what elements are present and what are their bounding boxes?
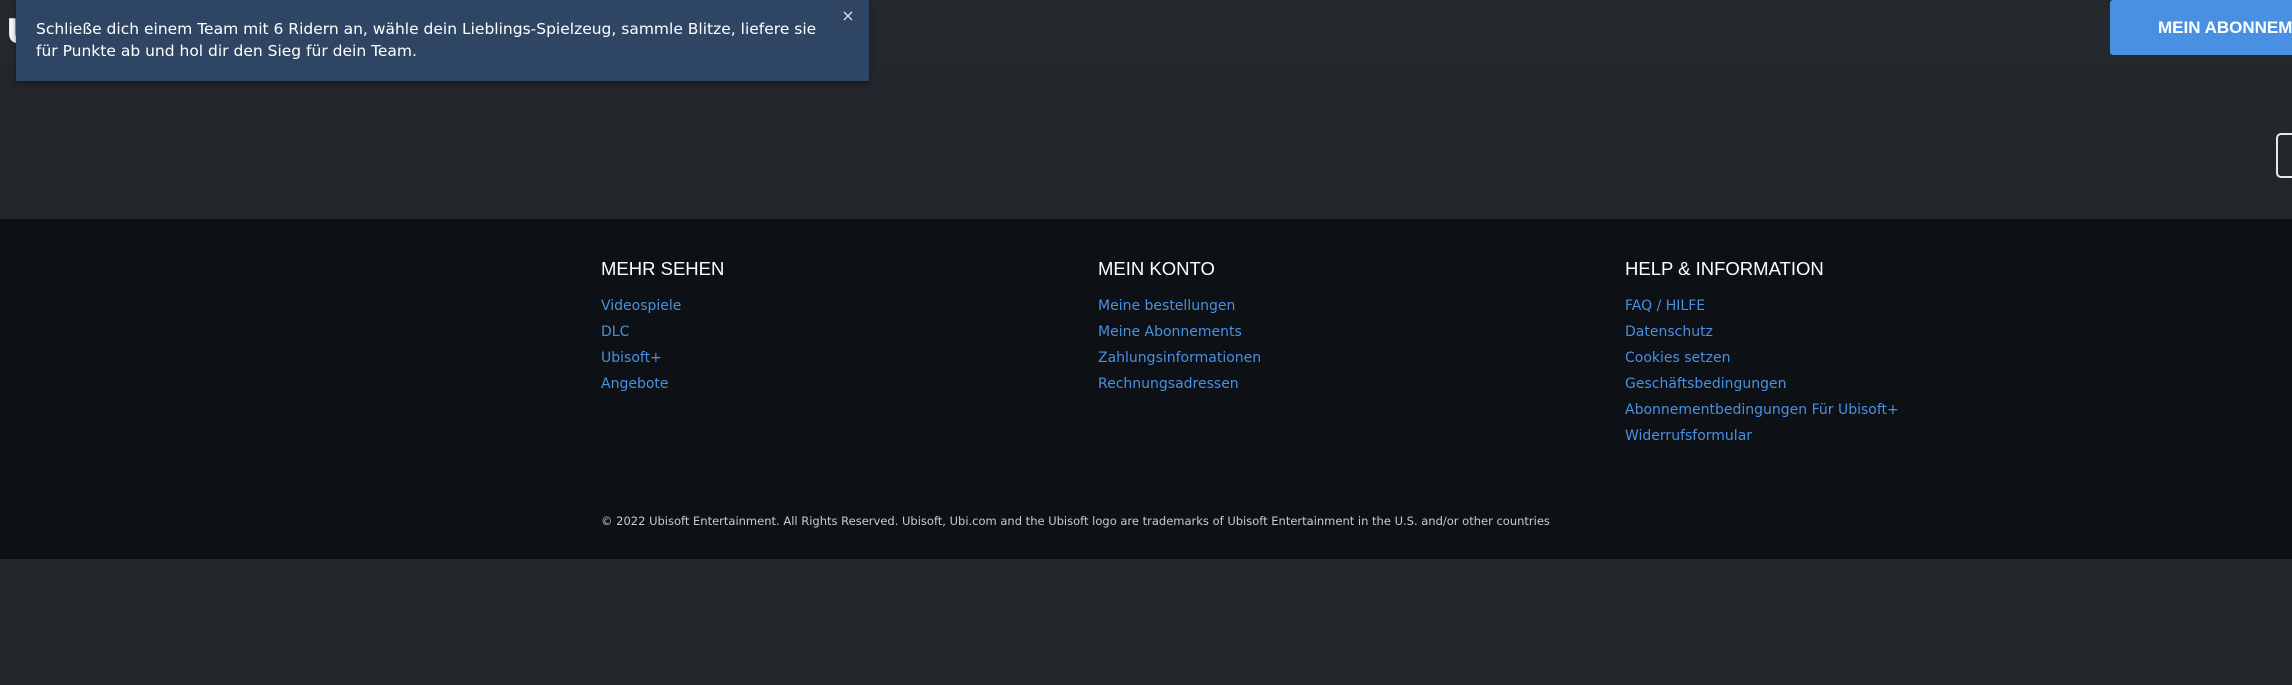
page: U MEIN ABONNEMENT Schließe dich einem Te… — [0, 0, 2292, 685]
footer-column-title: MEHR SEHEN — [601, 258, 725, 279]
footer-column-title: MEIN KONTO — [1098, 258, 1215, 279]
footer-link-payment-info[interactable]: Zahlungsinformationen — [1098, 345, 1261, 371]
footer-link-list: FAQ / HILFE Datenschutz Cookies setzen G… — [1625, 293, 1899, 449]
footer-link-ubisoft-plus[interactable]: Ubisoft+ — [601, 345, 724, 371]
footer-link-list: Videospiele DLC Ubisoft+ Angebote — [601, 293, 724, 397]
footer-link-videospiele[interactable]: Videospiele — [601, 293, 724, 319]
footer-link-cookies[interactable]: Cookies setzen — [1625, 345, 1899, 371]
footer-link-terms[interactable]: Geschäftsbedingungen — [1625, 371, 1899, 397]
footer-link-orders[interactable]: Meine bestellungen — [1098, 293, 1261, 319]
footer-link-withdrawal-form[interactable]: Widerrufsformular — [1625, 423, 1899, 449]
footer-link-privacy[interactable]: Datenschutz — [1625, 319, 1899, 345]
footer-link-list: Meine bestellungen Meine Abonnements Zah… — [1098, 293, 1261, 397]
footer-link-subscription-terms[interactable]: Abonnementbedingungen Für Ubisoft+ — [1625, 397, 1899, 423]
footer-link-dlc[interactable]: DLC — [601, 319, 724, 345]
footer-column-more: MEHR SEHEN Videospiele DLC Ubisoft+ Ange… — [601, 258, 724, 397]
footer-link-billing-addresses[interactable]: Rechnungsadressen — [1098, 371, 1261, 397]
toast-message: Schließe dich einem Team mit 6 Ridern an… — [36, 20, 817, 60]
footer-link-subscriptions[interactable]: Meine Abonnements — [1098, 319, 1261, 345]
footer-link-faq[interactable]: FAQ / HILFE — [1625, 293, 1899, 319]
footer-column-help: HELP & INFORMATION FAQ / HILFE Datenschu… — [1625, 258, 1899, 449]
side-feedback-tab[interactable] — [2276, 133, 2292, 178]
footer-column-account: MEIN KONTO Meine bestellungen Meine Abon… — [1098, 258, 1261, 397]
footer-column-title: HELP & INFORMATION — [1625, 258, 1824, 279]
copyright-notice: © 2022 Ubisoft Entertainment. All Rights… — [601, 514, 1550, 528]
close-icon[interactable]: × — [838, 6, 858, 26]
my-subscription-button[interactable]: MEIN ABONNEMENT — [2110, 0, 2292, 55]
footer-link-angebote[interactable]: Angebote — [601, 371, 724, 397]
info-toast: Schließe dich einem Team mit 6 Ridern an… — [16, 0, 869, 81]
